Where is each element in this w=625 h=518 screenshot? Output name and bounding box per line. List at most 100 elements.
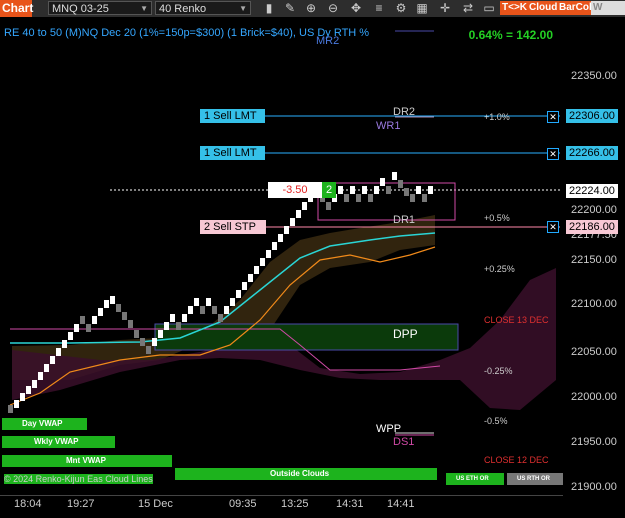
day-vwap-button[interactable]: Day VWAP — [2, 418, 87, 430]
renko-brick — [344, 194, 349, 202]
renko-brick — [278, 234, 283, 242]
renko-brick — [26, 386, 31, 394]
us-rth-or-button[interactable]: US RTH OR — [507, 473, 563, 485]
outside-clouds-button[interactable]: Outside Clouds — [175, 468, 437, 480]
renko-brick — [56, 348, 61, 356]
renko-brick — [224, 306, 229, 314]
renko-brick — [176, 322, 181, 330]
sell-stop-price-tag: 22186.00 — [566, 220, 618, 234]
sell-limit-price-tag: 22266.00 — [566, 146, 618, 160]
renko-brick — [290, 218, 295, 226]
crosshair-icon[interactable]: ✛ — [437, 1, 453, 15]
tk-toggle-button[interactable]: T<>K — [500, 1, 530, 15]
weekly-vwap-button[interactable]: Wkly VWAP — [2, 436, 115, 448]
plus-025-label: +0.25% — [484, 264, 515, 274]
interval-selector[interactable]: 40 Renko ▼ — [155, 1, 251, 15]
renko-brick — [182, 314, 187, 322]
cancel-order-icon[interactable]: ✕ — [547, 111, 559, 123]
renko-brick — [362, 186, 367, 194]
renko-brick — [122, 312, 127, 320]
instrument-value: MNQ 03-25 — [52, 3, 109, 15]
x-tick: 15 Dec — [138, 498, 173, 510]
zoom-out-icon[interactable]: ⊖ — [325, 1, 341, 15]
renko-brick — [110, 296, 115, 304]
renko-brick — [338, 186, 343, 194]
renko-brick — [416, 186, 421, 194]
sell-limit-order-2[interactable]: 1 Sell LMT — [200, 146, 265, 160]
y-tick: 21900.00 — [571, 481, 617, 493]
renko-brick — [152, 338, 157, 346]
plus-05-label: +0.5% — [484, 213, 510, 223]
close-12-dec-label: CLOSE 12 DEC — [484, 455, 549, 465]
renko-brick — [356, 194, 361, 202]
renko-brick — [116, 304, 121, 312]
renko-brick — [164, 322, 169, 330]
chevron-down-icon: ▼ — [140, 4, 148, 13]
renko-brick — [392, 172, 397, 180]
renko-brick — [212, 306, 217, 314]
cancel-order-icon[interactable]: ✕ — [547, 221, 559, 233]
position-pnl[interactable]: -3.50 — [268, 182, 322, 198]
chart-trader-icon[interactable]: ⇄ — [460, 1, 476, 15]
data-box-icon[interactable]: ▭ — [481, 1, 497, 15]
renko-brick — [32, 380, 37, 388]
monthly-vwap-button[interactable]: Mnt VWAP — [2, 455, 172, 467]
position-quantity[interactable]: 2 — [322, 182, 336, 198]
minus-025-label: -0.25% — [484, 366, 513, 376]
bar-type-icon[interactable]: ▮ — [261, 1, 277, 15]
renko-brick — [272, 242, 277, 250]
renko-brick — [296, 210, 301, 218]
renko-brick — [218, 314, 223, 322]
sell-stop-order[interactable]: 2 Sell STP — [200, 220, 266, 234]
percent-change: 0.64% = 142.00 — [468, 28, 553, 42]
renko-brick — [260, 258, 265, 266]
properties-icon[interactable]: ≡ — [371, 1, 387, 15]
draw-tool-icon[interactable]: ✎ — [282, 1, 298, 15]
sell-limit-order-1[interactable]: 1 Sell LMT — [200, 109, 265, 123]
renko-brick — [104, 300, 109, 308]
indicator-icon[interactable]: ⚙ — [393, 1, 409, 15]
renko-brick — [194, 298, 199, 306]
toolbar: Chart MNQ 03-25 ▼ 40 Renko ▼ ▮ ✎ ⊕ ⊖ ✥ ≡… — [0, 0, 625, 17]
dr2-label: DR2 — [393, 106, 416, 118]
y-tick: 22150.00 — [571, 254, 617, 266]
renko-brick — [236, 290, 241, 298]
renko-brick — [350, 186, 355, 194]
mr2-label: MR2 — [316, 35, 340, 47]
renko-brick — [404, 188, 409, 196]
renko-brick — [248, 274, 253, 282]
chart-title: RE 40 to 50 (M)NQ Dec 20 (1%=150p=$300) … — [4, 27, 370, 39]
renko-brick — [146, 346, 151, 354]
dpp-label: DPP — [393, 327, 418, 341]
renko-brick — [422, 194, 427, 202]
y-tick: 22050.00 — [571, 346, 617, 358]
renko-brick — [98, 308, 103, 316]
cancel-order-icon[interactable]: ✕ — [547, 148, 559, 160]
strategy-icon[interactable]: ▦ — [414, 1, 430, 15]
renko-brick — [74, 324, 79, 332]
renko-brick — [398, 180, 403, 188]
chart-menu-button[interactable]: Chart — [0, 0, 33, 17]
x-tick: 14:31 — [336, 498, 364, 510]
wpp-label: WPP — [376, 423, 402, 435]
barcol-toggle-button[interactable]: BarCol — [557, 1, 594, 15]
us-eth-or-button[interactable]: US ETH OR — [446, 473, 504, 485]
renko-brick — [410, 194, 415, 202]
renko-brick — [284, 226, 289, 234]
x-tick: 14:41 — [387, 498, 415, 510]
instrument-selector[interactable]: MNQ 03-25 ▼ — [48, 1, 152, 15]
wr1-label: WR1 — [376, 120, 401, 132]
cloud-toggle-button[interactable]: Cloud — [527, 1, 560, 15]
zoom-in-icon[interactable]: ⊕ — [303, 1, 319, 15]
renko-brick — [254, 266, 259, 274]
scroll-icon[interactable]: ✥ — [348, 1, 364, 15]
renko-brick — [380, 178, 385, 186]
minus-05-label: -0.5% — [484, 416, 508, 426]
x-tick: 13:25 — [281, 498, 309, 510]
sell-limit-price-tag: 22306.00 — [566, 109, 618, 123]
y-tick: 22000.00 — [571, 391, 617, 403]
renko-brick — [170, 314, 175, 322]
renko-brick — [38, 372, 43, 380]
wvwap-toggle-button[interactable]: W VWAI — [591, 1, 625, 15]
renko-brick — [20, 393, 25, 401]
